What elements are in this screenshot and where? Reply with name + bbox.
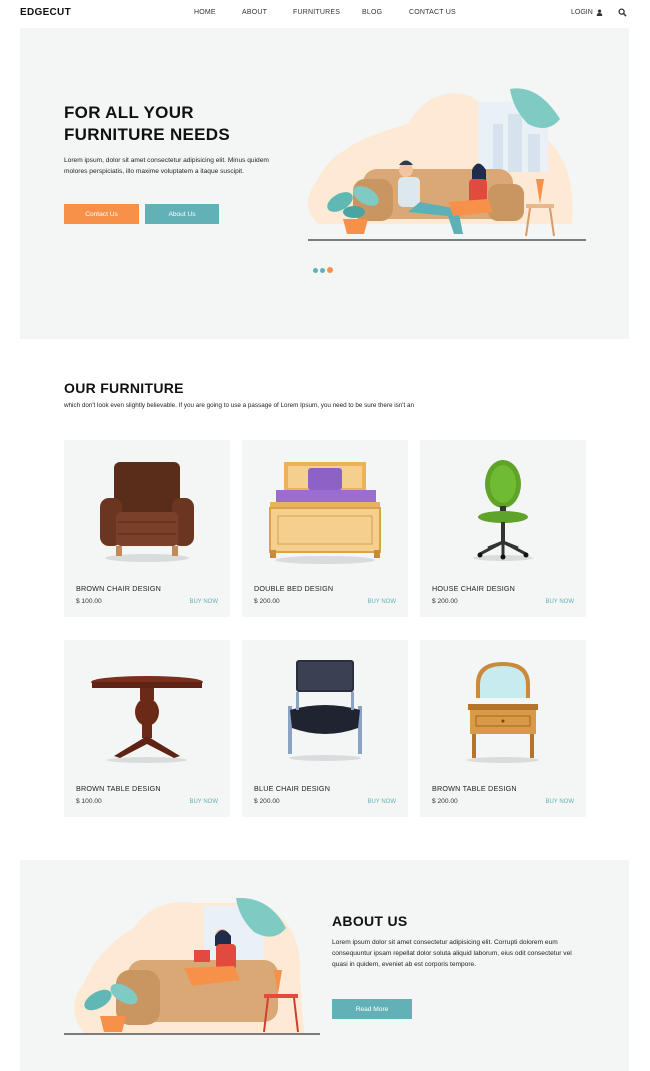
product-name[interactable]: BLUE CHAIR DESIGN — [254, 784, 330, 793]
hero-banner: FOR ALL YOUR FURNITURE NEEDS Lorem ipsum… — [20, 28, 629, 339]
office-chair-image — [473, 460, 533, 561]
buy-now-link[interactable]: BUY NOW — [189, 599, 218, 605]
nav-furnitures[interactable]: FURNITURES — [293, 9, 340, 16]
carousel-dot[interactable] — [320, 267, 325, 273]
about-section: ABOUT US Lorem ipsum dolor sit amet cons… — [20, 860, 629, 1071]
round-table-image — [91, 676, 203, 763]
buy-now-link[interactable]: BUY NOW — [367, 799, 396, 805]
product-price: $ 200.00 — [254, 798, 280, 805]
furniture-section-subtitle: which don't look even slightly believabl… — [64, 402, 414, 409]
about-title: ABOUT US — [332, 913, 408, 929]
carousel-dot-active[interactable] — [327, 267, 333, 273]
site-header: EDGECUT HOME ABOUT FURNITURES BLOG CONTA… — [0, 0, 650, 26]
hero-title-line2: FURNITURE NEEDS — [64, 125, 231, 144]
product-name[interactable]: BROWN TABLE DESIGN — [76, 784, 161, 793]
product-price: $ 100.00 — [76, 598, 102, 605]
buy-now-link[interactable]: BUY NOW — [545, 599, 574, 605]
product-card[interactable]: BROWN TABLE DESIGN $ 200.00 BUY NOW — [420, 640, 586, 817]
product-card[interactable]: BLUE CHAIR DESIGN $ 200.00 BUY NOW — [242, 640, 408, 817]
product-price: $ 200.00 — [254, 598, 280, 605]
carousel-dots — [313, 267, 333, 273]
product-card[interactable]: DOUBLE BED DESIGN $ 200.00 BUY NOW — [242, 440, 408, 617]
hero-illustration — [308, 88, 586, 241]
product-name[interactable]: HOUSE CHAIR DESIGN — [432, 584, 515, 593]
furniture-section-title: OUR FURNITURE — [64, 380, 184, 396]
product-price: $ 200.00 — [432, 798, 458, 805]
buy-now-link[interactable]: BUY NOW — [189, 799, 218, 805]
product-name[interactable]: BROWN TABLE DESIGN — [432, 784, 517, 793]
hero-title: FOR ALL YOUR FURNITURE NEEDS — [64, 102, 230, 146]
product-card[interactable]: HOUSE CHAIR DESIGN $ 200.00 BUY NOW — [420, 440, 586, 617]
product-card[interactable]: BROWN CHAIR DESIGN $ 100.00 BUY NOW — [64, 440, 230, 617]
product-name[interactable]: DOUBLE BED DESIGN — [254, 584, 333, 593]
about-illustration — [64, 898, 320, 1035]
nav-contact-us[interactable]: CONTACT US — [409, 9, 456, 16]
dressing-table-image — [467, 662, 539, 763]
about-us-button[interactable]: About Us — [145, 204, 219, 224]
blue-chair-image — [288, 660, 362, 761]
nav-home[interactable]: HOME — [194, 9, 216, 16]
carousel-dot[interactable] — [313, 267, 318, 273]
read-more-button[interactable]: Read More — [332, 999, 412, 1019]
hero-text: Lorem ipsum, dolor sit amet consectetur … — [64, 157, 269, 175]
product-price: $ 200.00 — [432, 598, 458, 605]
brown-armchair-image — [100, 462, 194, 562]
product-price: $ 100.00 — [76, 798, 102, 805]
about-text: Lorem ipsum dolor sit amet consectetur a… — [332, 939, 572, 968]
nav-about[interactable]: ABOUT — [242, 9, 267, 16]
hero-title-line1: FOR ALL YOUR — [64, 103, 194, 122]
buy-now-link[interactable]: BUY NOW — [367, 599, 396, 605]
user-icon — [596, 9, 603, 16]
double-bed-image — [269, 462, 381, 564]
product-card[interactable]: BROWN TABLE DESIGN $ 100.00 BUY NOW — [64, 640, 230, 817]
login-link[interactable]: LOGIN — [571, 9, 603, 16]
product-name[interactable]: BROWN CHAIR DESIGN — [76, 584, 161, 593]
buy-now-link[interactable]: BUY NOW — [545, 799, 574, 805]
brand-logo[interactable]: EDGECUT — [20, 7, 71, 18]
nav-blog[interactable]: BLOG — [362, 9, 382, 16]
search-icon[interactable] — [618, 8, 627, 17]
contact-us-button[interactable]: Contact Us — [64, 204, 139, 224]
login-label: LOGIN — [571, 9, 593, 16]
